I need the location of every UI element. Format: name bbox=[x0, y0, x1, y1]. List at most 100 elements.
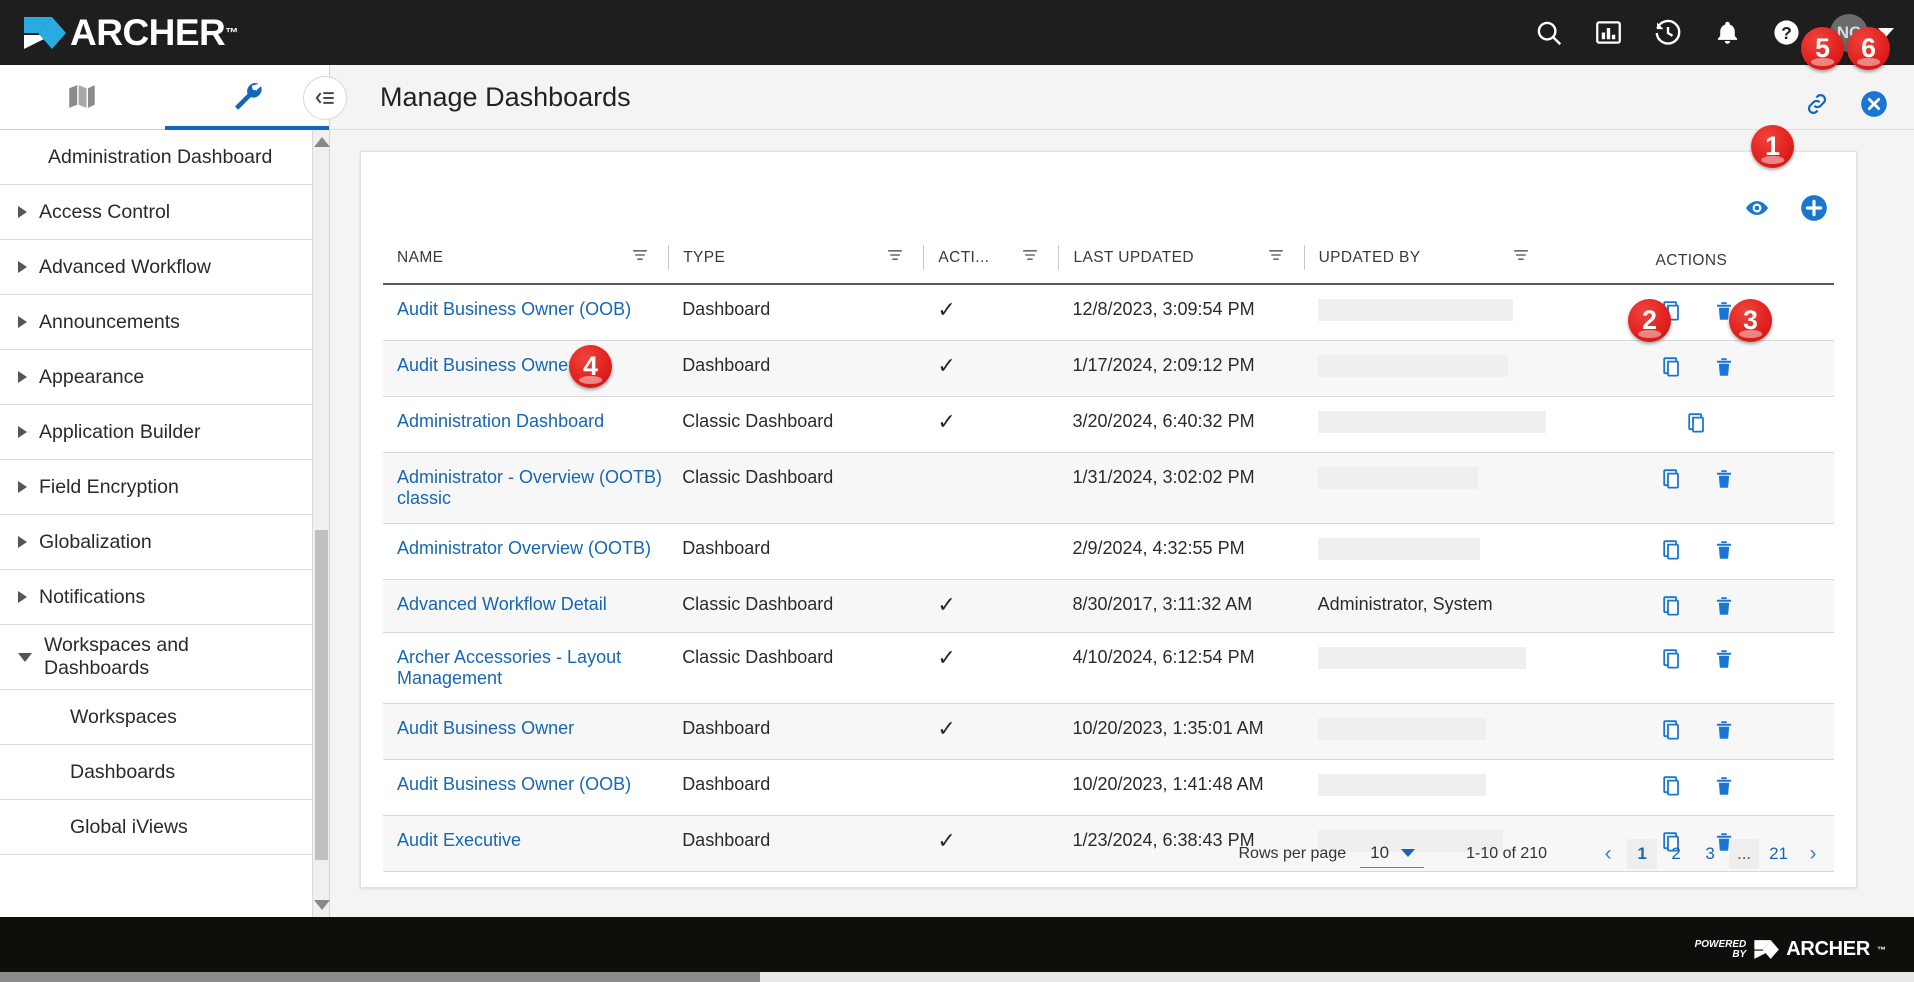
page-button[interactable]: 2 bbox=[1661, 839, 1691, 869]
help-icon[interactable]: ? bbox=[1772, 18, 1801, 47]
cell-updated-by bbox=[1303, 759, 1549, 816]
delete-icon[interactable] bbox=[1713, 718, 1735, 742]
dashboard-link[interactable]: Audit Business Owner bbox=[397, 718, 574, 738]
cell-updated-by: Administrator, System bbox=[1303, 579, 1549, 633]
copy-icon[interactable] bbox=[1661, 355, 1685, 379]
page-button[interactable]: 21 bbox=[1763, 839, 1794, 869]
sidebar-item-notifications[interactable]: Notifications bbox=[0, 570, 313, 625]
sidebar-item-workspaces-and-dashboards[interactable]: Workspaces and Dashboards bbox=[0, 625, 313, 690]
sidebar-item-dashboards[interactable]: Dashboards bbox=[0, 745, 313, 800]
sidebar-item-access-control[interactable]: Access Control bbox=[0, 185, 313, 240]
column-filter-icon[interactable] bbox=[885, 245, 905, 270]
cell-actions bbox=[1548, 452, 1834, 524]
sidebar-item-administration-dashboard[interactable]: Administration Dashboard bbox=[0, 130, 313, 185]
column-header-type[interactable]: TYPE bbox=[668, 237, 924, 285]
table-row[interactable]: Audit Business Owner (OOB) Dashboard 10/20… bbox=[383, 759, 1834, 816]
dashboard-link[interactable]: Administrator Overview (OOTB) bbox=[397, 538, 651, 558]
table-row[interactable]: Audit Business Owner Dashboard ✓ 10/20/2023… bbox=[383, 703, 1834, 760]
column-header-active[interactable]: ACTI... bbox=[923, 237, 1059, 285]
chevron-right-icon[interactable] bbox=[18, 426, 27, 438]
archer-logo[interactable]: ARCHER ™ bbox=[22, 14, 238, 51]
rows-per-page-select[interactable]: 10 bbox=[1360, 840, 1425, 868]
sidebar-item-field-encryption[interactable]: Field Encryption bbox=[0, 460, 313, 515]
column-filter-icon[interactable] bbox=[1020, 245, 1040, 270]
link-icon[interactable] bbox=[1804, 91, 1830, 122]
delete-icon[interactable] bbox=[1713, 594, 1735, 618]
delete-icon[interactable] bbox=[1713, 538, 1735, 562]
history-icon[interactable] bbox=[1653, 18, 1683, 48]
chevron-right-icon[interactable] bbox=[18, 591, 27, 603]
collapse-panel-button[interactable] bbox=[303, 76, 347, 120]
dashboard-link[interactable]: Administration Dashboard bbox=[397, 411, 604, 431]
chevron-down-icon[interactable] bbox=[18, 652, 32, 662]
sidebar-item-global-iviews[interactable]: Global iViews bbox=[0, 800, 313, 855]
page-button[interactable]: 3 bbox=[1695, 839, 1725, 869]
sidebar-item-announcements[interactable]: Announcements bbox=[0, 295, 313, 350]
eye-icon[interactable] bbox=[1744, 195, 1770, 221]
delete-icon[interactable] bbox=[1713, 467, 1735, 491]
column-header-name[interactable]: NAME bbox=[383, 237, 669, 285]
dashboard-link[interactable]: Audit Business Owner (OOB) bbox=[397, 774, 631, 794]
add-dashboard-button[interactable] bbox=[1800, 194, 1828, 222]
dashboard-link[interactable]: Advanced Workflow Detail bbox=[397, 594, 607, 614]
chevron-right-icon[interactable] bbox=[18, 536, 27, 548]
table-row[interactable]: Administrator - Overview (OOTB) classic C… bbox=[383, 452, 1834, 524]
sidebar-item-label: Application Builder bbox=[39, 420, 201, 443]
sidebar-item-label: Appearance bbox=[39, 365, 145, 388]
column-filter-icon[interactable] bbox=[1266, 245, 1286, 270]
close-icon[interactable] bbox=[1860, 90, 1888, 123]
scroll-thumb[interactable] bbox=[315, 530, 328, 860]
chevron-right-icon[interactable] bbox=[18, 261, 27, 273]
column-header-actions[interactable]: ACTIONS bbox=[1548, 237, 1834, 285]
sidebar-item-appearance[interactable]: Appearance bbox=[0, 350, 313, 405]
dashboard-link[interactable]: Audit Business Owner (OOB) bbox=[397, 299, 631, 319]
sidebar-item-globalization[interactable]: Globalization bbox=[0, 515, 313, 570]
prev-page-button[interactable]: ‹ bbox=[1593, 839, 1623, 869]
delete-icon[interactable] bbox=[1713, 774, 1735, 798]
cell-actions bbox=[1548, 284, 1834, 341]
copy-icon[interactable] bbox=[1661, 718, 1685, 742]
scroll-up-arrow[interactable] bbox=[313, 133, 330, 151]
page-button[interactable]: 1 bbox=[1627, 839, 1658, 869]
next-page-button[interactable]: › bbox=[1798, 839, 1828, 869]
dashboard-link[interactable]: Administrator - Overview (OOTB) classic bbox=[397, 467, 662, 508]
sidebar-item-application-builder[interactable]: Application Builder bbox=[0, 405, 313, 460]
chevron-right-icon[interactable] bbox=[18, 371, 27, 383]
copy-icon[interactable] bbox=[1661, 467, 1685, 491]
nav-scrollbar[interactable] bbox=[312, 130, 330, 917]
table-row[interactable]: Administrator Overview (OOTB) Dashboard 2/… bbox=[383, 523, 1834, 580]
column-header-last_updated[interactable]: LAST UPDATED bbox=[1058, 237, 1304, 285]
horizontal-scroll-thumb[interactable] bbox=[0, 972, 760, 982]
cell-type: Classic Dashboard bbox=[668, 579, 924, 633]
scroll-down-arrow[interactable] bbox=[313, 896, 330, 914]
chevron-right-icon[interactable] bbox=[18, 481, 27, 493]
table-row[interactable]: Advanced Workflow Detail Classic Dashboar… bbox=[383, 579, 1834, 633]
copy-icon[interactable] bbox=[1686, 411, 1710, 435]
page-ellipsis[interactable]: ... bbox=[1729, 839, 1760, 869]
search-icon[interactable] bbox=[1534, 18, 1564, 48]
chevron-right-icon[interactable] bbox=[18, 206, 27, 218]
copy-icon[interactable] bbox=[1661, 647, 1685, 671]
sidebar-item-advanced-workflow[interactable]: Advanced Workflow bbox=[0, 240, 313, 295]
sidebar-item-workspaces[interactable]: Workspaces bbox=[0, 690, 313, 745]
column-header-updated_by[interactable]: UPDATED BY bbox=[1303, 237, 1549, 285]
table-row[interactable]: Audit Business Owner (OOB) Dashboard ✓ 12/8… bbox=[383, 284, 1834, 341]
column-filter-icon[interactable] bbox=[630, 245, 650, 270]
copy-icon[interactable] bbox=[1661, 774, 1685, 798]
reports-icon[interactable] bbox=[1595, 19, 1622, 46]
chevron-right-icon[interactable] bbox=[18, 316, 27, 328]
table-row[interactable]: Administration Dashboard Classic Dashboar… bbox=[383, 396, 1834, 453]
copy-icon[interactable] bbox=[1661, 594, 1685, 618]
column-filter-icon[interactable] bbox=[1511, 245, 1531, 270]
dashboard-link[interactable]: Audit Business Owner bbox=[397, 355, 574, 375]
delete-icon[interactable] bbox=[1713, 647, 1735, 671]
notifications-icon[interactable] bbox=[1714, 19, 1741, 46]
horizontal-scrollbar[interactable] bbox=[0, 972, 1914, 982]
table-row[interactable]: Archer Accessories - Layout Management Cl… bbox=[383, 632, 1834, 704]
copy-icon[interactable] bbox=[1661, 538, 1685, 562]
delete-icon[interactable] bbox=[1713, 355, 1735, 379]
tab-workspaces[interactable] bbox=[0, 65, 165, 130]
cell-active: ✓ bbox=[923, 340, 1059, 397]
dashboard-link[interactable]: Audit Executive bbox=[397, 830, 521, 850]
dashboard-link[interactable]: Archer Accessories - Layout Management bbox=[397, 647, 621, 688]
